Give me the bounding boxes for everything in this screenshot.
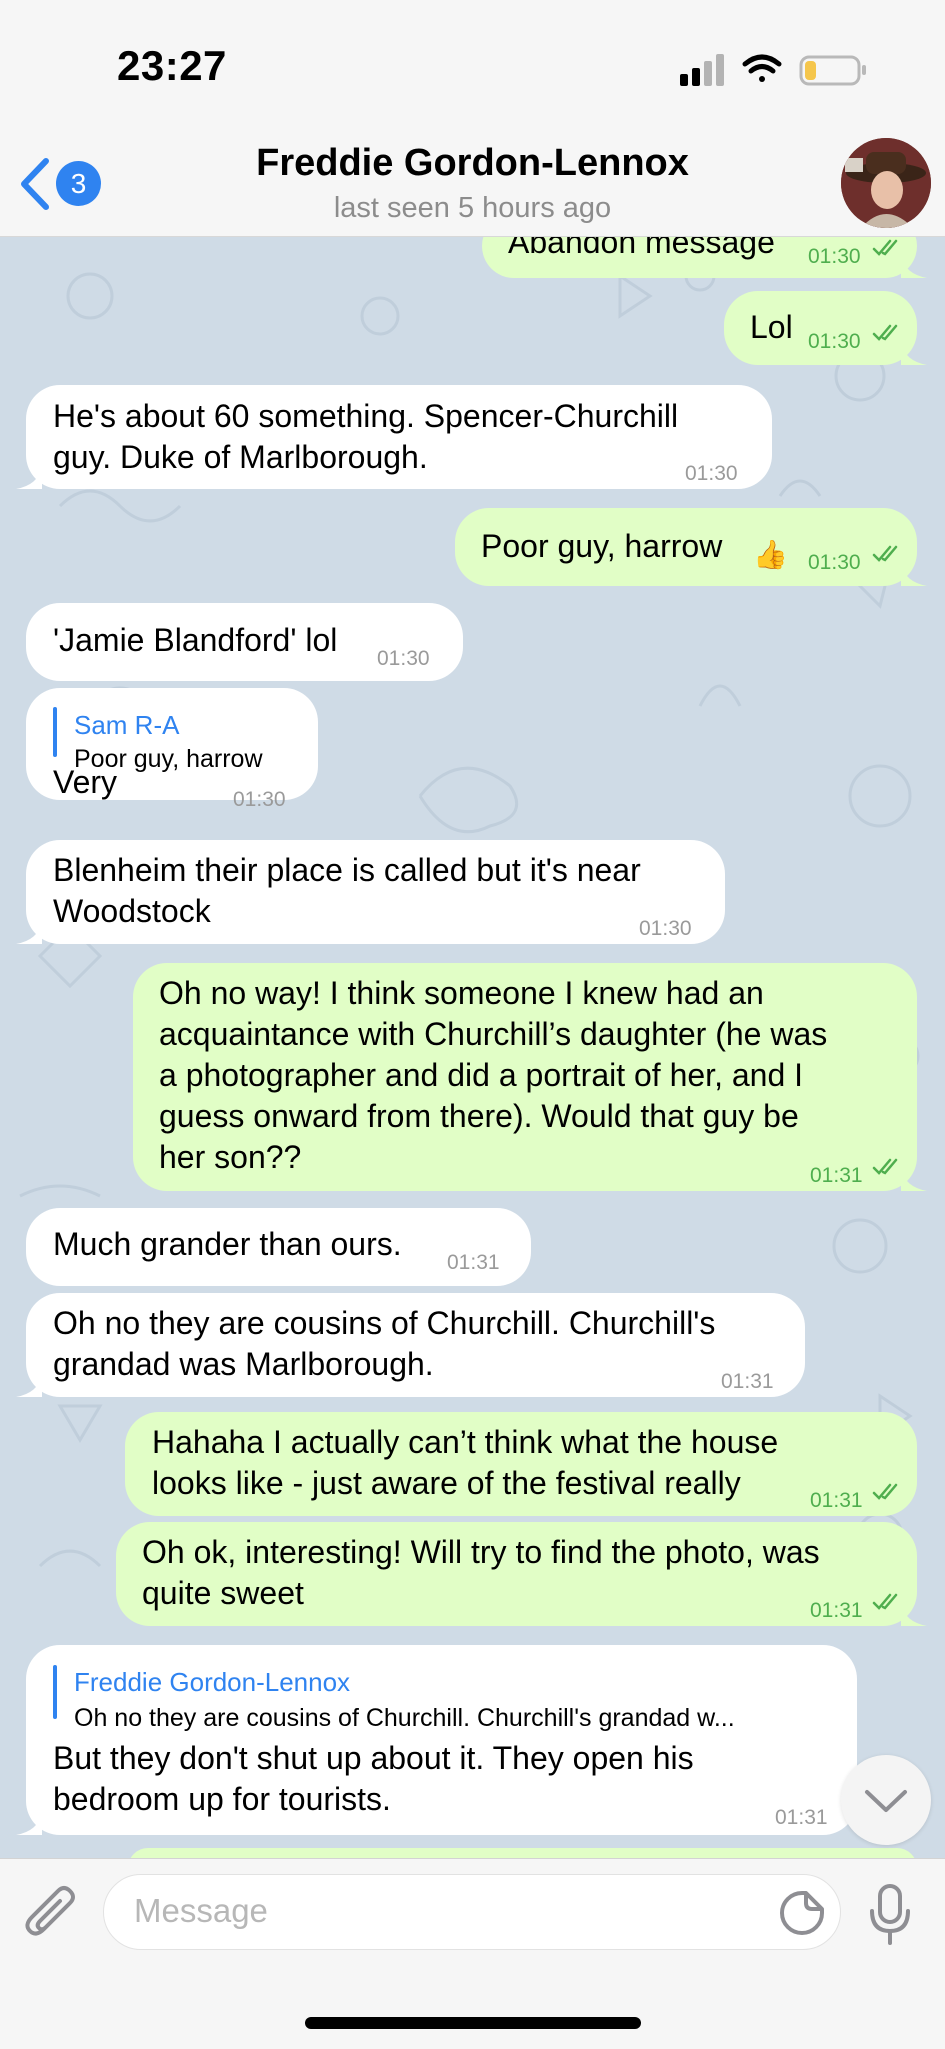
status-time: 23:27 bbox=[117, 42, 227, 89]
mic-icon[interactable] bbox=[868, 1883, 912, 1947]
message-time: 01:31 bbox=[810, 1489, 863, 1512]
scroll-to-bottom-button[interactable] bbox=[841, 1755, 931, 1845]
status-bar: 23:27 bbox=[0, 0, 945, 135]
message-time: 01:30 bbox=[808, 330, 861, 353]
bubble-tail bbox=[16, 467, 42, 489]
message-time: 01:31 bbox=[810, 1164, 863, 1187]
message-text: Poor guy, harrow bbox=[481, 528, 723, 564]
message-text-line: guess onward from there). Would that guy… bbox=[159, 1098, 799, 1134]
message-input-placeholder: Message bbox=[134, 1892, 268, 1929]
message-emoji: 👍 bbox=[753, 539, 788, 570]
bubble-tail bbox=[16, 1813, 42, 1835]
message-bubble-outgoing[interactable]: Poor guy, harrow 👍 01:30 bbox=[455, 508, 927, 586]
bubble-tail bbox=[901, 256, 927, 278]
message-time: 01:30 bbox=[639, 917, 692, 940]
battery-icon bbox=[799, 55, 866, 86]
bubble-tail bbox=[901, 1169, 927, 1191]
message-bubble-incoming[interactable]: Blenheim their place is called but it's … bbox=[16, 840, 725, 944]
message-text: Very bbox=[53, 764, 118, 800]
double-check-icon bbox=[872, 545, 898, 562]
bubble-tail bbox=[901, 1604, 927, 1626]
message-text-line: Oh no way! I think someone I knew had an bbox=[159, 975, 764, 1011]
message-text-line: But they don't shut up about it. They op… bbox=[53, 1740, 694, 1776]
message-text-line: grandad was Marlborough. bbox=[53, 1346, 434, 1382]
message-bubble-outgoing[interactable]: Hahaha I actually can’t think what the h… bbox=[125, 1412, 917, 1516]
message-bubble-incoming[interactable]: 'Jamie Blandford' lol 01:30 bbox=[26, 603, 463, 681]
bubble-tail bbox=[16, 1375, 42, 1397]
message-bubble-incoming[interactable]: Sam R-A Poor guy, harrow Very 01:30 bbox=[26, 688, 318, 811]
reply-quote-bar bbox=[53, 1665, 57, 1719]
message-text: Abandon message bbox=[508, 236, 775, 260]
message-bubble-incoming[interactable]: He's about 60 something. Spencer-Churchi… bbox=[16, 385, 772, 489]
message-text-line: acquaintance with Churchill’s daughter (… bbox=[159, 1016, 828, 1052]
reply-snippet: Oh no they are cousins of Churchill. Chu… bbox=[74, 1704, 735, 1732]
message-text: Lol bbox=[750, 309, 793, 345]
message-bubble-outgoing[interactable] bbox=[128, 1848, 917, 1858]
double-check-icon bbox=[872, 1158, 898, 1175]
message-text-line: Woodstock bbox=[53, 893, 211, 929]
message-time: 01:31 bbox=[810, 1599, 863, 1622]
message-bubble-outgoing[interactable]: Abandon message 01:30 bbox=[482, 236, 927, 278]
home-indicator[interactable] bbox=[305, 2017, 641, 2029]
message-bubble-incoming[interactable]: Freddie Gordon-Lennox Oh no they are cou… bbox=[16, 1645, 857, 1835]
message-bubble-incoming[interactable]: Much grander than ours. 01:31 bbox=[26, 1208, 531, 1286]
message-time: 01:31 bbox=[775, 1806, 828, 1829]
message-time: 01:30 bbox=[685, 462, 738, 485]
message-text: Much grander than ours. bbox=[53, 1226, 402, 1262]
bubble-tail bbox=[901, 564, 927, 586]
status-icons bbox=[680, 54, 866, 86]
message-time: 01:30 bbox=[808, 551, 861, 574]
double-check-icon bbox=[872, 324, 898, 341]
last-seen-status: last seen 5 hours ago bbox=[333, 192, 612, 224]
message-text-line: guy. Duke of Marlborough. bbox=[53, 439, 428, 475]
wifi-icon bbox=[742, 54, 782, 82]
message-time: 01:30 bbox=[808, 245, 861, 268]
reply-author[interactable]: Freddie Gordon-Lennox bbox=[74, 1662, 350, 1703]
message-text: 'Jamie Blandford' lol bbox=[53, 622, 338, 658]
chat-header: 3 Freddie Gordon-Lennox last seen 5 hour… bbox=[0, 130, 945, 237]
attach-icon[interactable] bbox=[24, 1883, 80, 1945]
bubble-tail bbox=[901, 343, 927, 365]
message-text-line: Hahaha I actually can’t think what the h… bbox=[152, 1424, 779, 1460]
message-text-line: Oh no they are cousins of Churchill. Chu… bbox=[53, 1305, 716, 1341]
message-bubble-outgoing[interactable]: Oh no way! I think someone I knew had an… bbox=[133, 963, 927, 1191]
chevron-down-icon bbox=[865, 1790, 907, 1812]
message-input-bar: Message bbox=[0, 1858, 945, 2049]
message-text-line: a photographer and did a portrait of her… bbox=[159, 1057, 804, 1093]
message-time: 01:31 bbox=[721, 1370, 774, 1393]
message-text-line: quite sweet bbox=[142, 1575, 304, 1611]
message-bubble-outgoing[interactable]: Lol 01:30 bbox=[724, 291, 927, 365]
message-text-line: looks like - just aware of the festival … bbox=[152, 1465, 741, 1501]
double-check-icon bbox=[872, 1593, 898, 1610]
message-bubble-incoming[interactable]: Oh no they are cousins of Churchill. Chu… bbox=[16, 1293, 805, 1397]
message-time: 01:30 bbox=[377, 647, 430, 670]
bubble-tail bbox=[16, 922, 42, 944]
reply-quote-bar bbox=[53, 707, 57, 757]
message-input[interactable]: Message bbox=[103, 1874, 841, 1950]
message-text-line: He's about 60 something. Spencer-Churchi… bbox=[53, 398, 679, 434]
avatar[interactable] bbox=[841, 138, 931, 228]
double-check-icon bbox=[872, 1483, 898, 1500]
message-text-line: bedroom up for tourists. bbox=[53, 1781, 391, 1817]
message-list[interactable]: Abandon message 01:30 Lol 01:30 He's abo… bbox=[0, 236, 945, 1858]
double-check-icon bbox=[872, 239, 898, 256]
signal-icon bbox=[680, 54, 724, 86]
message-bubble-outgoing[interactable]: Oh ok, interesting! Will try to find the… bbox=[116, 1522, 927, 1626]
sticker-icon[interactable] bbox=[778, 1889, 826, 1937]
message-time: 01:31 bbox=[447, 1251, 500, 1274]
message-time: 01:30 bbox=[233, 788, 286, 811]
message-text-line: her son?? bbox=[159, 1139, 302, 1175]
chat-title[interactable]: Freddie Gordon-Lennox bbox=[0, 142, 945, 185]
message-text-line: Oh ok, interesting! Will try to find the… bbox=[142, 1534, 820, 1570]
message-text-line: Blenheim their place is called but it's … bbox=[53, 852, 641, 888]
